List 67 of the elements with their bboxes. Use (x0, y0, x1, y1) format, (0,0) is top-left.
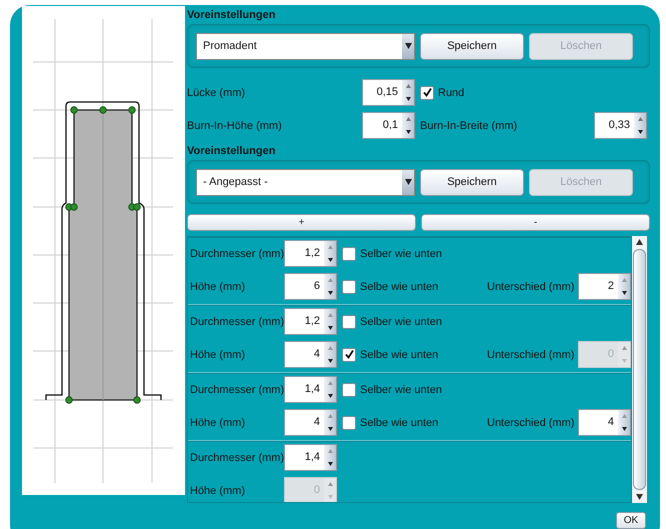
number-spinner[interactable]: 1,2 (284, 240, 337, 267)
save-button[interactable]: Speichern (420, 32, 524, 60)
field-label: Höhe (mm) (190, 416, 246, 428)
checkbox[interactable] (342, 348, 356, 362)
field-label: Durchmesser (mm) (190, 316, 284, 328)
field-label: Höhe (mm) (190, 280, 246, 292)
number-spinner[interactable]: 1,4 (284, 376, 337, 403)
down-arrow-icon[interactable] (328, 394, 332, 398)
down-arrow-icon[interactable] (638, 130, 642, 134)
number-spinner[interactable]: 0,1 (362, 112, 415, 139)
down-arrow-icon[interactable] (328, 258, 332, 262)
checkbox-label: Selbe wie unten (360, 416, 438, 428)
down-arrow-icon[interactable] (622, 290, 626, 295)
checkbox[interactable] (342, 382, 356, 396)
down-arrow-icon[interactable] (328, 358, 332, 363)
checkbox[interactable] (420, 86, 434, 100)
down-arrow-icon[interactable] (406, 130, 410, 134)
preset-dropdown[interactable]: - Angepasst - (196, 168, 415, 196)
caret-icon[interactable] (404, 43, 412, 49)
number-spinner[interactable]: 4 (284, 409, 337, 436)
add-button[interactable]: + (187, 214, 416, 231)
field-label: Durchmesser (mm) (190, 384, 284, 396)
down-arrow-icon[interactable] (328, 462, 332, 466)
remove-button[interactable]: - (421, 214, 650, 231)
down-arrow-icon[interactable] (328, 290, 332, 295)
scroll-thumb[interactable] (633, 249, 646, 490)
group-title: Voreinstellungen (187, 9, 276, 22)
field-label: Lücke (mm) (187, 86, 246, 98)
number-spinner[interactable]: 0,33 (594, 112, 647, 139)
ok-button[interactable]: OK (616, 512, 646, 529)
preset-dropdown[interactable]: Promadent (196, 32, 415, 60)
field-label: Unterschied (mm) (487, 280, 576, 292)
checkbox-label: Selbe wie unten (360, 280, 438, 292)
down-arrow-icon[interactable] (328, 326, 332, 330)
save-button[interactable]: Speichern (420, 168, 524, 196)
field-label: Höhe (mm) (190, 484, 246, 496)
checkbox-label: Selber wie unten (360, 248, 442, 260)
checkbox-label: Rund (438, 86, 464, 98)
field-label: Höhe (mm) (190, 348, 246, 360)
checkbox-label: Selber wie unten (360, 384, 442, 396)
number-spinner[interactable]: 0,15 (362, 79, 415, 106)
field-label: Durchmesser (mm) (190, 452, 284, 464)
checkbox[interactable] (342, 246, 356, 260)
checkbox[interactable] (342, 314, 356, 328)
field-label: Unterschied (mm) (487, 416, 576, 428)
number-spinner[interactable]: 4 (284, 341, 337, 368)
field-label: Burn-In-Breite (mm) (420, 120, 518, 132)
down-arrow-icon[interactable] (636, 494, 643, 500)
number-spinner[interactable]: 4 (578, 409, 631, 436)
group-title: Voreinstellungen (187, 145, 276, 158)
field-label: Durchmesser (mm) (190, 248, 284, 260)
checkbox[interactable] (342, 280, 356, 294)
field-label: Burn-In-Höhe (mm) (187, 120, 283, 132)
checkbox-label: Selbe wie unten (360, 348, 438, 360)
up-arrow-icon[interactable] (636, 239, 643, 245)
scrollbar[interactable] (632, 236, 647, 503)
number-spinner[interactable]: 6 (284, 273, 337, 300)
number-spinner[interactable]: 1,4 (284, 444, 337, 471)
number-spinner[interactable]: 1,2 (284, 308, 337, 335)
down-arrow-icon[interactable] (406, 96, 410, 101)
number-spinner[interactable]: 2 (578, 273, 631, 300)
checkbox[interactable] (342, 416, 356, 430)
caret-icon[interactable] (404, 179, 412, 185)
field-label: Unterschied (mm) (487, 348, 576, 360)
down-arrow-icon[interactable] (328, 426, 332, 431)
down-arrow-icon[interactable] (622, 426, 626, 431)
checkbox-label: Selber wie unten (360, 316, 442, 328)
